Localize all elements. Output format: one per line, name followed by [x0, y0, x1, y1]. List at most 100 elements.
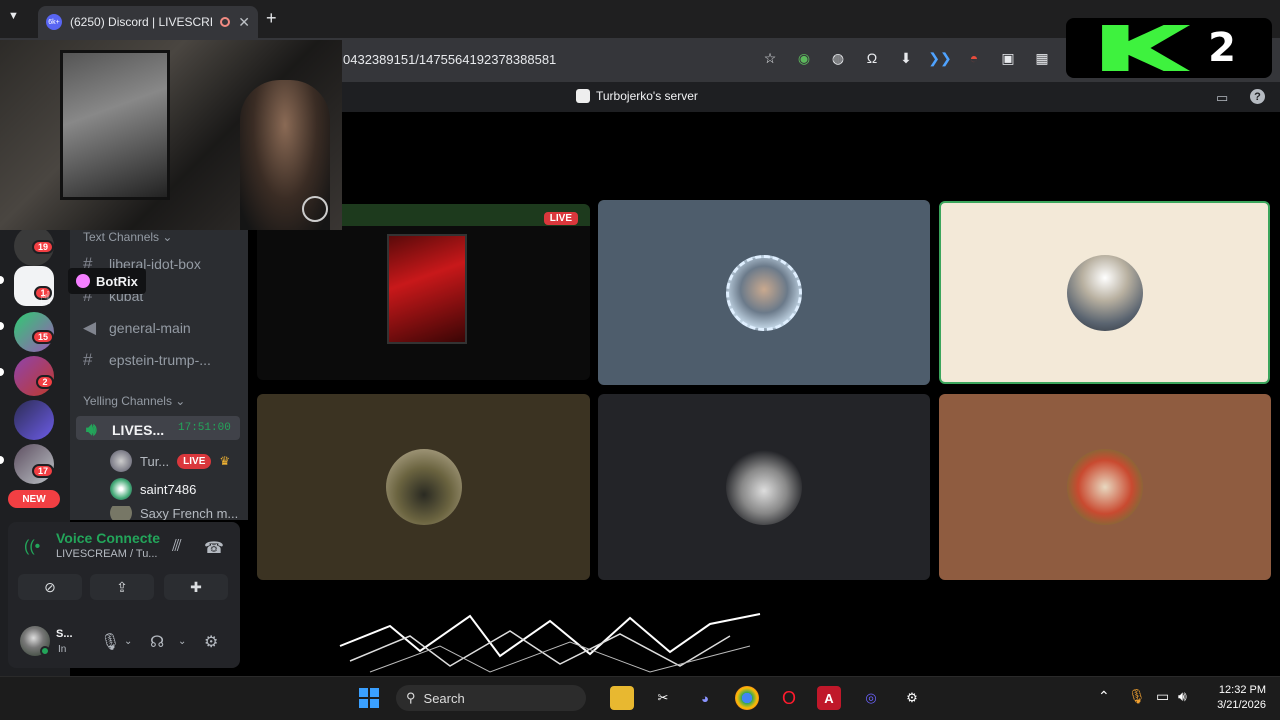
extension-qr-icon[interactable]: ▦ [1032, 48, 1052, 68]
webcam-logo-icon [302, 196, 328, 222]
mouse-cursor-icon: ☝︎ [40, 288, 51, 308]
notification-badge: 2 [36, 375, 54, 389]
chevron-down-icon[interactable]: ⌄ [178, 636, 186, 647]
webcam-monitor [60, 50, 170, 200]
url-input[interactable]: 0432389151/1475564192378388581 [343, 52, 556, 67]
camera-off-icon: ⊘ [44, 578, 56, 595]
app-circle-icon[interactable]: ◎ [859, 686, 883, 710]
botrix-icon [76, 274, 90, 288]
adobe-icon[interactable]: A [817, 686, 841, 710]
notification-badge: 15 [32, 330, 55, 344]
unread-pill [0, 456, 4, 464]
clock-time: 12:32 PM [1218, 684, 1266, 696]
raccoon-avatar [726, 449, 802, 525]
taskbar-search[interactable]: ⚲ Search [396, 685, 586, 711]
download-icon[interactable]: ⬇ [896, 48, 916, 68]
bookmark-star-icon[interactable]: ☆ [760, 48, 780, 68]
user-tile-5[interactable] [598, 394, 930, 580]
live-badge: LIVE [543, 212, 578, 225]
voice-user-turbojerko[interactable]: Tur... LIVE ♛ [110, 450, 230, 472]
clock-date: 3/21/2026 [1217, 699, 1266, 711]
opera-icon[interactable]: O [777, 686, 801, 710]
unread-pill [0, 368, 4, 376]
graffiti-watermark [339, 613, 761, 673]
tab-list-chevron-icon[interactable]: ▼ [8, 10, 19, 22]
taskbar-clock[interactable]: 12:32 PM 3/21/2026 [1206, 683, 1266, 713]
extension-pokeball-icon[interactable]: ◓ [964, 48, 984, 68]
megaphone-icon: ◀ [83, 318, 97, 337]
channel-epstein-trump[interactable]: # epstein-trump-... [83, 350, 211, 370]
screen-share-button[interactable]: ⇪ [90, 574, 154, 600]
notification-badge: 19 [32, 240, 55, 254]
browser-tab-discord[interactable]: 6k+ (6250) Discord | LIVESCREA ✕ [38, 6, 258, 38]
notification-badge: 17 [32, 464, 55, 478]
user-tile-speaking[interactable] [939, 201, 1270, 384]
search-label: Search [423, 690, 465, 706]
tab-close-icon[interactable]: ✕ [238, 14, 250, 31]
capcut-icon[interactable]: ✂ [651, 686, 675, 710]
online-status-icon [40, 646, 50, 656]
category-label: Text Channels [83, 230, 160, 244]
voice-timer: 17:51:00 [178, 422, 231, 434]
activities-button[interactable]: ✚ [164, 574, 228, 600]
live-badge: LIVE [177, 453, 212, 469]
file-explorer-icon[interactable] [610, 686, 634, 710]
user-tile-2[interactable] [598, 200, 930, 385]
extension-audio-icon[interactable]: ❯❯ [928, 48, 951, 68]
extension-ext-icon[interactable]: ▣ [998, 48, 1018, 68]
microphone-icon[interactable]: 🎙︎ [100, 632, 120, 652]
chevron-down-icon[interactable]: ⌄ [124, 636, 132, 647]
avatar [110, 478, 132, 500]
server-icon-5[interactable] [14, 400, 54, 440]
noise-suppression-icon[interactable]: ⫻ [172, 538, 182, 556]
discord-favicon-icon: 6k+ [46, 14, 62, 30]
extension-shield-icon[interactable]: ◉ [794, 48, 814, 68]
category-yelling-channels[interactable]: Yelling Channels ⌄ [83, 394, 185, 408]
signal-icon: ((• [24, 538, 41, 555]
voice-location[interactable]: LIVESCREAM / Tu... [56, 548, 157, 560]
camera-off-button[interactable]: ⊘ [18, 574, 82, 600]
stream-tile[interactable]: LIVE [257, 204, 590, 380]
extension-globe-icon[interactable]: ◍ [828, 48, 848, 68]
voice-user-saint7486[interactable]: saint7486 [110, 478, 196, 500]
new-badge[interactable]: NEW [8, 490, 60, 508]
server-name: Turbojerko's server [596, 89, 698, 103]
chrome-icon[interactable] [735, 686, 759, 710]
stream-video [387, 234, 467, 344]
settings-gear-icon[interactable]: ⚙ [204, 632, 218, 652]
user-tile-6[interactable] [939, 394, 1271, 580]
discord-icon[interactable]: ◕ [693, 686, 717, 710]
new-tab-button[interactable]: + [266, 8, 277, 29]
category-text-channels[interactable]: Text Channels ⌄ [83, 230, 172, 244]
user-name[interactable]: S... [56, 628, 73, 640]
unread-pill [0, 322, 4, 330]
webcam-overlay [0, 40, 342, 230]
screen-share-icon[interactable]: ▭ [1216, 90, 1228, 106]
voice-channel-livescream[interactable]: 🔊︎ LIVES... [86, 420, 164, 440]
avatar [1066, 254, 1143, 331]
headphones-icon[interactable]: ☊ [150, 632, 164, 652]
avatar [110, 506, 132, 520]
channel-general-main[interactable]: ◀ general-main [83, 318, 191, 338]
server-icon [576, 89, 590, 103]
speaker-icon: 🔊︎ [86, 420, 97, 439]
network-icon[interactable]: ▭ [1156, 688, 1169, 705]
volume-icon[interactable]: 🔊︎ [1178, 688, 1187, 705]
user-tile-4[interactable] [257, 394, 590, 580]
screen-share-icon: ⇪ [116, 578, 128, 595]
voice-user-3[interactable]: Saxy French m... [110, 506, 238, 520]
disconnect-icon[interactable]: ☎ [204, 538, 224, 558]
channel-name: epstein-trump-... [109, 352, 211, 368]
unread-pill [0, 276, 4, 284]
extension-omega-icon[interactable]: Ω [862, 48, 882, 68]
voice-user-name: saint7486 [140, 481, 197, 497]
help-icon[interactable]: ? [1250, 89, 1265, 104]
tray-mic-icon[interactable]: 🎙︎ [1128, 688, 1146, 705]
app-settings-icon[interactable]: ⚙ [900, 686, 924, 710]
server-title: Turbojerko's server [576, 89, 698, 103]
user-status: In [58, 644, 67, 655]
avatar [385, 449, 462, 525]
tray-chevron-icon[interactable]: ⌃ [1098, 688, 1110, 705]
start-windows-icon[interactable] [357, 686, 381, 710]
voice-status[interactable]: Voice Connecte [56, 530, 160, 546]
